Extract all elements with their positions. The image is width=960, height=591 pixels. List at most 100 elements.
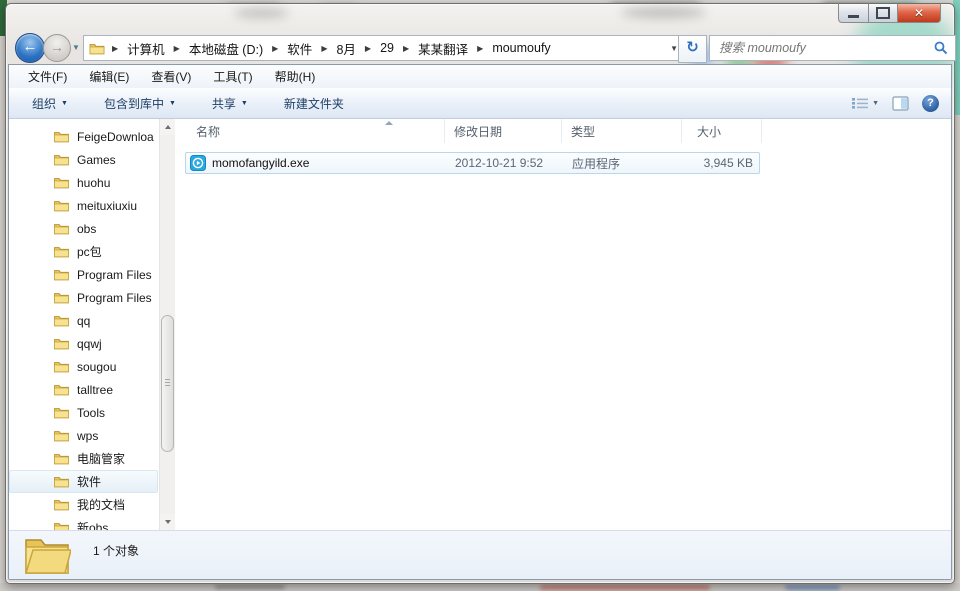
sidebar-folder-label: qq — [77, 314, 90, 328]
large-folder-icon — [23, 534, 71, 574]
folder-icon — [53, 222, 70, 235]
sidebar-folder-item[interactable]: sougou — [9, 355, 159, 378]
search-box[interactable] — [709, 35, 956, 61]
menu-item[interactable]: 帮助(H) — [264, 68, 327, 85]
breadcrumb-label: moumoufy — [492, 41, 550, 55]
file-row[interactable]: momofangyild.exe 2012-10-21 9:52 应用程序 3,… — [185, 152, 760, 174]
chevron-down-icon: ▼ — [169, 100, 176, 107]
scroll-up-button[interactable] — [160, 119, 175, 135]
sidebar-folder-label: sougou — [77, 360, 116, 374]
sidebar-folder-item[interactable]: pc包 — [9, 240, 159, 263]
folder-icon — [53, 314, 70, 327]
sidebar-scrollbar[interactable] — [159, 119, 175, 530]
folder-icon — [53, 521, 70, 530]
refresh-icon: ↻ — [686, 39, 699, 56]
menu-item[interactable]: 查看(V) — [140, 68, 202, 85]
address-bar[interactable]: ▶ 计算机 ▶ 本地磁盘 (D:) ▶ — [83, 35, 687, 61]
sidebar-folder-item[interactable]: wps — [9, 424, 159, 447]
breadcrumb-item[interactable]: 8月 ▶ — [336, 39, 380, 58]
column-header[interactable]: 修改日期 — [445, 119, 562, 143]
forward-icon: → — [50, 39, 64, 55]
views-button[interactable]: ▼ — [851, 96, 879, 110]
help-button[interactable]: ? — [922, 95, 939, 112]
details-pane: 1 个对象 — [9, 530, 951, 579]
back-button[interactable]: ← — [15, 33, 45, 63]
close-button[interactable]: ✕ — [898, 3, 941, 23]
minimize-button[interactable] — [838, 3, 869, 23]
recent-pages-dropdown[interactable]: ▼ — [72, 43, 80, 52]
toolbar-button[interactable]: 包含到库中 ▼ — [93, 92, 187, 115]
background-blur-blob — [215, 585, 285, 589]
body-area: FeigeDownloa Games — [9, 119, 951, 530]
toolbar-button[interactable]: 共享 ▼ — [201, 92, 259, 115]
breadcrumb-label: 8月 — [336, 39, 355, 58]
toolbar-buttons: 组织 ▼ 包含到库中 ▼ 共享 ▼ — [21, 92, 355, 115]
sidebar-folder-item[interactable]: 电脑管家 — [9, 447, 159, 470]
sidebar-folder-item[interactable]: 软件 — [9, 470, 158, 493]
sidebar-folder-label: 我的文档 — [77, 496, 125, 513]
breadcrumb-item[interactable]: 计算机 ▶ — [127, 39, 189, 58]
menu-item[interactable]: 工具(T) — [202, 68, 263, 85]
preview-pane-button[interactable] — [892, 96, 909, 111]
crumb-separator-icon: ▶ — [477, 44, 483, 53]
search-icon[interactable] — [934, 41, 948, 55]
desktop: ✕ ← → ▼ ▶ 计算机 ▶ — [0, 0, 960, 591]
breadcrumb-item[interactable]: moumoufy ▶ — [492, 41, 550, 55]
chevron-down-icon: ▼ — [670, 44, 678, 53]
folder-icon — [53, 498, 70, 511]
folder-icon — [53, 406, 70, 419]
window-content: 文件(F) 编辑(E) 查看(V) 工具(T) 帮助(H) 组织 — [8, 64, 952, 580]
close-icon: ✕ — [914, 6, 924, 20]
maximize-button[interactable] — [869, 3, 898, 23]
breadcrumb-item[interactable]: 本地磁盘 (D:) ▶ — [189, 39, 287, 58]
refresh-button[interactable]: ↻ — [678, 35, 707, 63]
file-size-cell: 3,945 KB — [683, 156, 753, 170]
file-rows: momofangyild.exe 2012-10-21 9:52 应用程序 3,… — [185, 152, 951, 174]
column-header[interactable]: 类型 — [562, 119, 682, 143]
sidebar-folder-item[interactable]: 我的文档 — [9, 493, 159, 516]
menu-item[interactable]: 文件(F) — [17, 68, 78, 85]
toolbar-button-label: 共享 — [212, 95, 236, 112]
scrollbar-thumb[interactable] — [161, 315, 174, 452]
search-input[interactable] — [717, 40, 934, 56]
sidebar-folder-label: obs — [77, 222, 96, 236]
column-header[interactable]: 大小 — [682, 119, 762, 143]
explorer-window: ✕ ← → ▼ ▶ 计算机 ▶ — [5, 3, 955, 584]
chevron-down-icon: ▼ — [872, 100, 879, 107]
sidebar-folder-label: 软件 — [77, 473, 101, 490]
sidebar-folder-item[interactable]: Games — [9, 148, 159, 171]
sidebar-folder-item[interactable]: meituxiuxiu — [9, 194, 159, 217]
sort-ascending-icon — [385, 121, 393, 125]
sidebar-folder-item[interactable]: Program Files — [9, 286, 159, 309]
sidebar-folder-label: Program Files — [77, 291, 152, 305]
toolbar-button[interactable]: 新建文件夹 ▼ — [273, 92, 355, 115]
breadcrumb-item[interactable]: 29 ▶ — [380, 41, 418, 55]
breadcrumb-label: 29 — [380, 41, 394, 55]
sidebar-folder-item[interactable]: huohu — [9, 171, 159, 194]
scroll-down-button[interactable] — [160, 514, 175, 530]
sidebar-folder-item[interactable]: 新obs — [9, 516, 159, 530]
folder-icon — [53, 130, 70, 143]
sidebar-folder-label: FeigeDownloa — [77, 130, 154, 144]
triangle-down-icon — [165, 520, 171, 524]
sidebar-folder-item[interactable]: FeigeDownloa — [9, 125, 159, 148]
sidebar-folder-item[interactable]: qq — [9, 309, 159, 332]
sidebar-folder-item[interactable]: obs — [9, 217, 159, 240]
file-name: momofangyild.exe — [212, 156, 309, 170]
sidebar-folder-item[interactable]: Tools — [9, 401, 159, 424]
column-header-label: 修改日期 — [454, 123, 502, 140]
file-type-cell: 应用程序 — [563, 155, 683, 172]
sidebar-folder-item[interactable]: talltree — [9, 378, 159, 401]
forward-button[interactable]: → — [43, 34, 71, 62]
sidebar-folder-item[interactable]: Program Files — [9, 263, 159, 286]
sidebar-folder-label: Tools — [77, 406, 105, 420]
menu-item[interactable]: 编辑(E) — [78, 68, 140, 85]
column-header[interactable]: 名称 — [185, 119, 445, 143]
breadcrumb-item[interactable]: 软件 ▶ — [287, 39, 336, 58]
toolbar-button[interactable]: 组织 ▼ — [21, 92, 79, 115]
folder-icon — [53, 452, 70, 465]
crumb-separator-icon: ▶ — [321, 44, 327, 53]
breadcrumb-item[interactable]: 某某翻译 ▶ — [418, 39, 492, 58]
glass-smudge — [234, 8, 289, 18]
sidebar-folder-item[interactable]: qqwj — [9, 332, 159, 355]
